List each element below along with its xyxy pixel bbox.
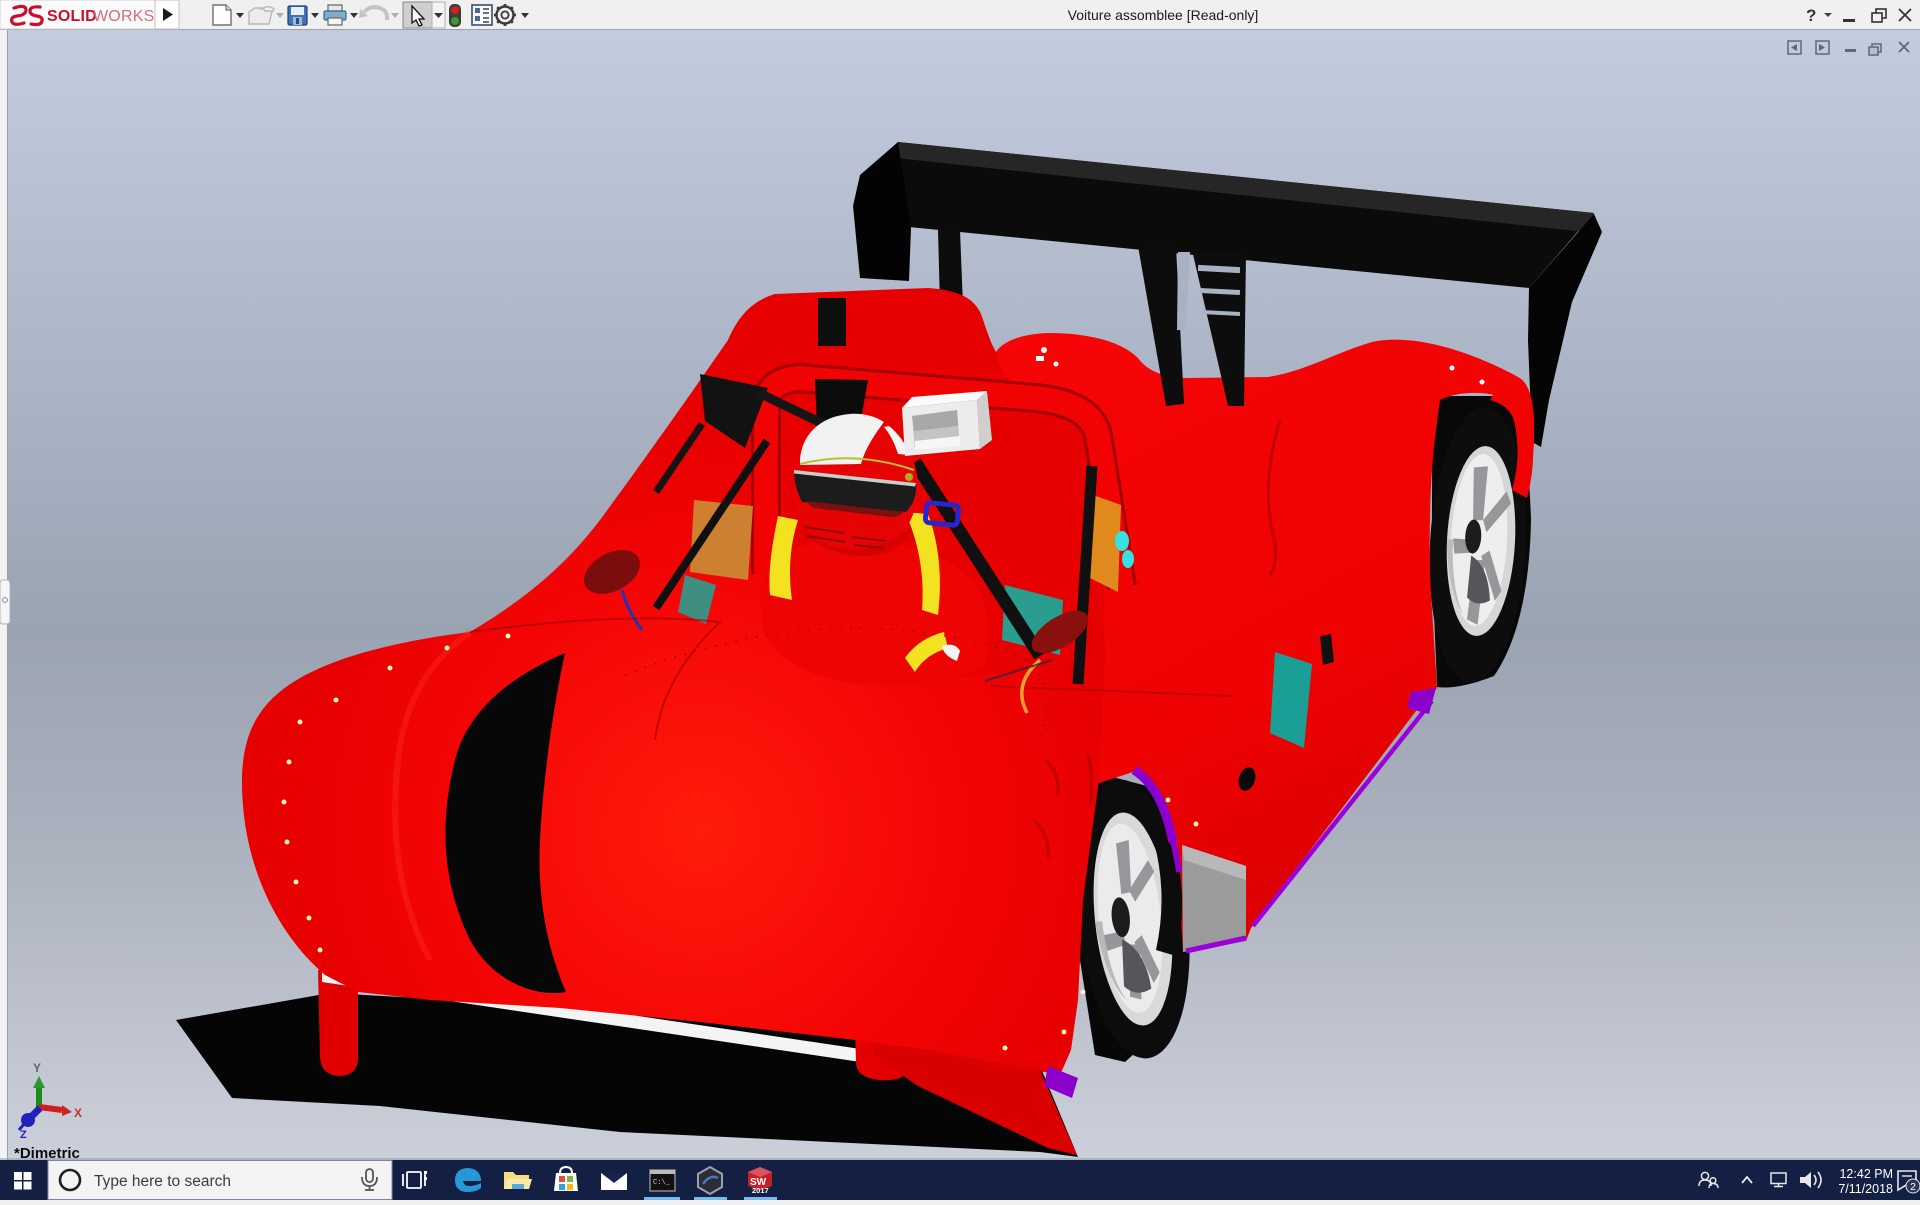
svg-text:2: 2	[1910, 1181, 1916, 1193]
svg-text:Type here to search: Type here to search	[94, 1173, 231, 1190]
svg-text:Y: Y	[33, 1061, 41, 1075]
svg-text:X: X	[74, 1106, 82, 1120]
svg-text:Voiture assomblee [Read-only]: Voiture assomblee [Read-only]	[1068, 7, 1259, 23]
svg-text:SOLID: SOLID	[47, 8, 97, 25]
svg-text:?: ?	[1806, 6, 1816, 25]
svg-text:7/11/2018: 7/11/2018	[1838, 1182, 1893, 1196]
svg-text:C:\_: C:\_	[653, 1179, 671, 1187]
svg-text:Z: Z	[20, 1129, 27, 1141]
svg-text:*Dimetric: *Dimetric	[14, 1145, 80, 1160]
svg-text:12:42 PM: 12:42 PM	[1839, 1167, 1893, 1181]
svg-text:2017: 2017	[752, 1186, 769, 1195]
svg-text:WORKS: WORKS	[93, 8, 154, 25]
